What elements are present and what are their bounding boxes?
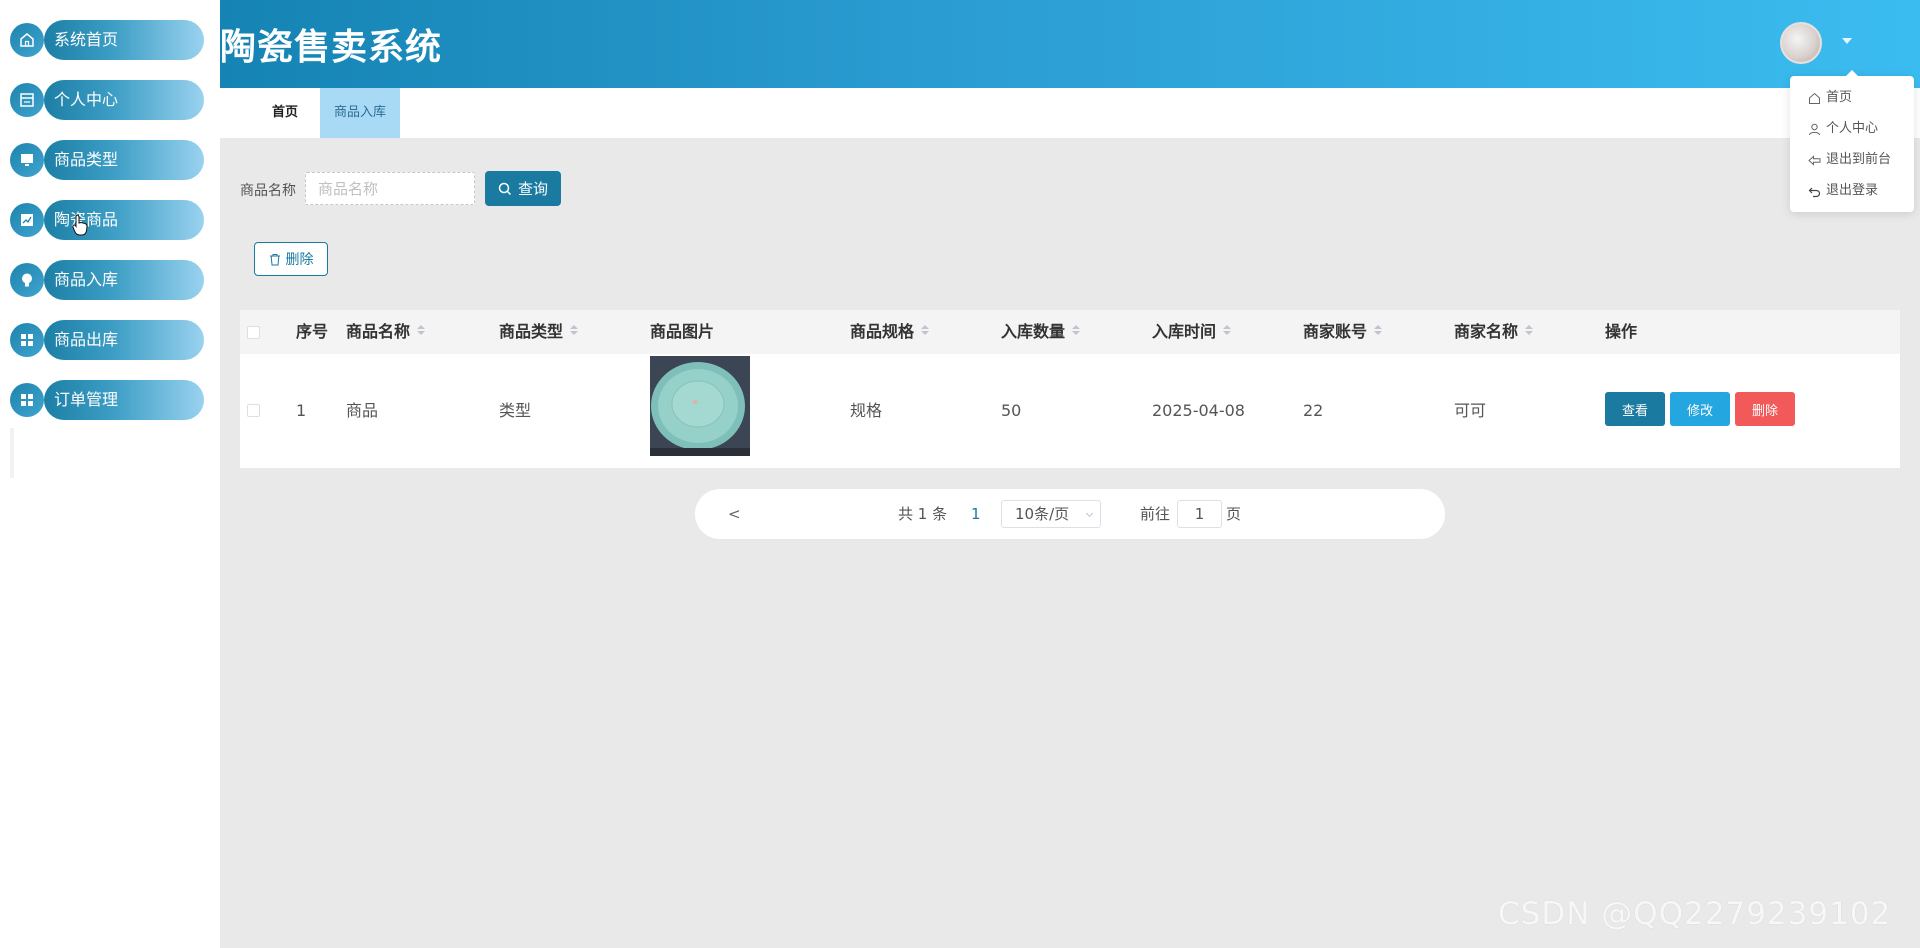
user-icon [1808,122,1826,136]
goto-page-input[interactable] [1177,500,1222,528]
dropdown-item-profile[interactable]: 个人中心 [1808,119,1878,139]
home-icon [10,23,44,57]
monitor-icon [10,143,44,177]
sidebar-item-profile[interactable]: 个人中心 [10,80,204,120]
dropdown-item-label: 退出登录 [1826,183,1879,198]
page-number-current[interactable]: 1 [971,489,981,539]
dropdown-item-label: 首页 [1826,90,1853,105]
user-dropdown-menu: 首页 个人中心 退出到前台 退出登录 [1790,70,1914,212]
chevron-down-icon [1085,509,1094,518]
sort-icon[interactable] [1374,324,1383,337]
column-header-actions: 操作 [1605,322,1638,341]
product-image [650,356,750,456]
cell-quantity: 50 [1001,401,1022,420]
column-header-image: 商品图片 [650,322,715,341]
sidebar-item-orders[interactable]: 订单管理 [10,380,204,420]
total-count: 共 1 条 [898,505,948,523]
sidebar-item-label: 订单管理 [54,390,119,409]
sidebar-item-label: 商品类型 [54,150,119,169]
goto-suffix: 页 [1226,505,1242,523]
page-size-value: 10条/页 [1015,505,1070,523]
tab-home[interactable]: 首页 [260,88,310,138]
column-header-account[interactable]: 商家账号 [1303,310,1383,354]
cell-name: 商品 [346,401,379,420]
dropdown-item-label: 个人中心 [1826,121,1879,136]
hand-cursor-icon [72,214,88,236]
tab-bar: 首页 商品入库 [220,88,1920,138]
top-header: 陶瓷售卖系统 [220,0,1920,88]
prev-page-button[interactable]: < [728,489,741,539]
cell-time: 2025-04-08 [1152,401,1245,420]
dropdown-item-frontend[interactable]: 退出到前台 [1808,150,1891,170]
column-header-time[interactable]: 入库时间 [1152,310,1232,354]
search-button[interactable]: 查询 [485,171,561,206]
cell-type: 类型 [499,401,532,420]
column-header-type[interactable]: 商品类型 [499,310,579,354]
tab-stock-in[interactable]: 商品入库 [320,88,400,138]
column-header-spec[interactable]: 商品规格 [850,310,930,354]
sidebar-item-label: 商品入库 [54,270,119,289]
column-header-name[interactable]: 商品名称 [346,310,426,354]
sort-icon[interactable] [1072,324,1081,337]
bulk-delete-label: 删除 [285,251,314,267]
column-header-merchant[interactable]: 商家名称 [1454,310,1534,354]
sidebar-item-ceramics[interactable]: 陶瓷商品 [10,200,204,240]
cell-merchant: 可可 [1454,401,1487,420]
dropdown-item-home[interactable]: 首页 [1808,88,1852,108]
sidebar: 系统首页 个人中心 商品类型 陶瓷商品 商品入库 商品出库 订单管理 [0,0,220,948]
delete-button[interactable]: 删除 [1735,392,1795,426]
page-size-select[interactable]: 10条/页 [1001,500,1101,528]
edit-button[interactable]: 修改 [1670,392,1730,426]
column-header-index: 序号 [296,322,329,341]
view-button[interactable]: 查看 [1605,392,1665,426]
cell-account: 22 [1303,401,1324,420]
sidebar-item-stock-in[interactable]: 商品入库 [10,260,204,300]
cell-index: 1 [296,401,307,420]
app-title: 陶瓷售卖系统 [220,27,443,68]
table-row: 1 商品 类型 规格 50 2025-04-08 22 可可 查看 修改 删除 [240,354,1900,468]
sidebar-item-label: 个人中心 [54,90,119,109]
avatar[interactable] [1780,22,1822,64]
sort-icon[interactable] [570,324,579,337]
row-checkbox[interactable] [247,404,260,417]
bulb-icon [10,263,44,297]
cell-spec: 规格 [850,401,883,420]
sort-icon[interactable] [1223,324,1232,337]
chart-icon [10,203,44,237]
sort-icon[interactable] [417,324,426,337]
sort-icon[interactable] [921,324,930,337]
sidebar-divider [10,428,14,478]
search-icon [498,182,512,195]
select-all-checkbox[interactable] [247,326,260,339]
dropdown-item-label: 退出到前台 [1826,152,1892,167]
dropdown-item-logout[interactable]: 退出登录 [1808,181,1878,201]
search-input[interactable] [305,172,475,205]
sidebar-item-product-type[interactable]: 商品类型 [10,140,204,180]
sidebar-item-label: 商品出库 [54,330,119,349]
logout-icon [1808,184,1826,198]
sort-icon[interactable] [1525,324,1534,337]
sidebar-item-stock-out[interactable]: 商品出库 [10,320,204,360]
bulk-delete-button[interactable]: 删除 [254,242,328,276]
search-label: 商品名称 [240,183,296,199]
table-header: 序号 商品名称 商品类型 商品图片 商品规格 入库数量 入库时间 商家账号 商家… [240,310,1900,354]
grid-icon [10,323,44,357]
watermark: CSDN @QQ2279239102 [1498,896,1892,932]
column-header-quantity[interactable]: 入库数量 [1001,310,1081,354]
grid-icon [10,383,44,417]
pagination: < 共 1 条 1 10条/页 前往 页 [695,489,1445,539]
chevron-down-icon[interactable] [1842,38,1852,44]
goto-label: 前往 [1140,505,1171,523]
profile-card-icon [10,83,44,117]
search-button-label: 查询 [517,181,548,198]
sidebar-item-home[interactable]: 系统首页 [10,20,204,60]
sidebar-item-label: 系统首页 [54,30,119,49]
home-icon [1808,91,1826,105]
trash-icon [269,253,280,265]
stock-in-table: 序号 商品名称 商品类型 商品图片 商品规格 入库数量 入库时间 商家账号 商家… [240,310,1900,468]
back-arrow-icon [1808,153,1826,167]
